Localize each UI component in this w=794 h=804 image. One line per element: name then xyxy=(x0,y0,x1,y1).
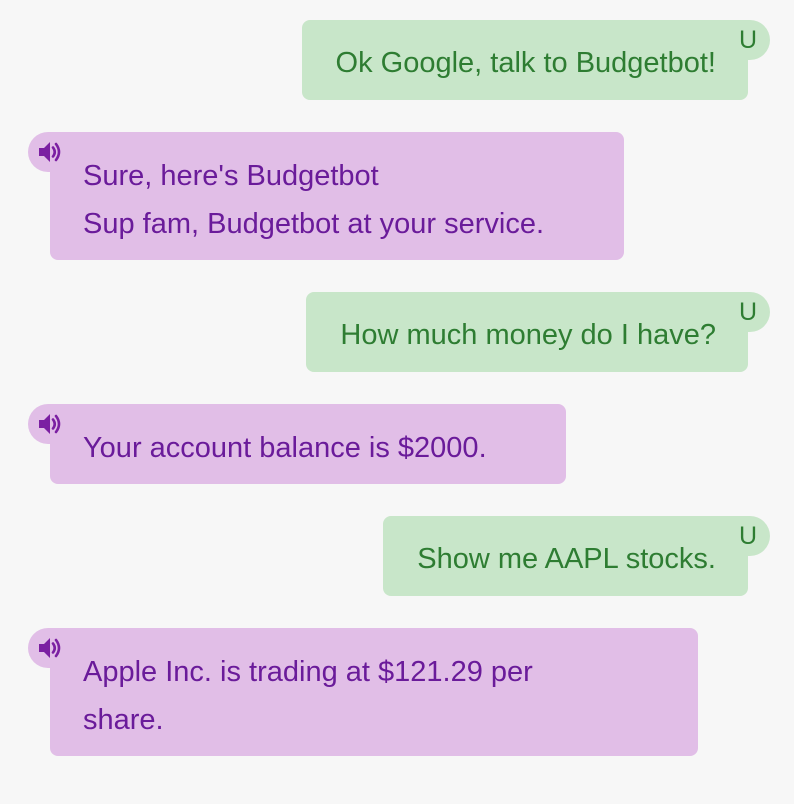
user-message: How much money do I have? U xyxy=(306,292,770,372)
bot-message: Apple Inc. is trading at $121.29 per sha… xyxy=(28,628,698,756)
message-text-line: Your account balance is $2000. xyxy=(83,432,487,464)
message-text: Ok Google, talk to Budgetbot! xyxy=(335,47,716,79)
message-text-line: Apple Inc. is trading at $121.29 per xyxy=(83,656,533,688)
speaker-icon[interactable] xyxy=(28,404,72,444)
bot-message: Your account balance is $2000. xyxy=(28,404,566,484)
bot-message: Sure, here's Budgetbot Sup fam, Budgetbo… xyxy=(28,132,624,260)
message-text-line: Sure, here's Budgetbot xyxy=(83,160,379,192)
message-text-line: share. xyxy=(83,704,164,736)
speaker-icon[interactable] xyxy=(28,132,72,172)
user-avatar: U xyxy=(726,516,770,556)
message-text: Show me AAPL stocks. xyxy=(417,543,716,575)
user-message: Show me AAPL stocks. U xyxy=(383,516,770,596)
speaker-icon[interactable] xyxy=(28,628,72,668)
user-avatar: U xyxy=(726,20,770,60)
message-text-line: Sup fam, Budgetbot at your service. xyxy=(83,208,545,240)
user-avatar: U xyxy=(726,292,770,332)
message-text: How much money do I have? xyxy=(340,319,716,351)
chat-transcript: Ok Google, talk to Budgetbot! U Sure, he… xyxy=(0,0,794,804)
user-message: Ok Google, talk to Budgetbot! U xyxy=(301,20,770,100)
